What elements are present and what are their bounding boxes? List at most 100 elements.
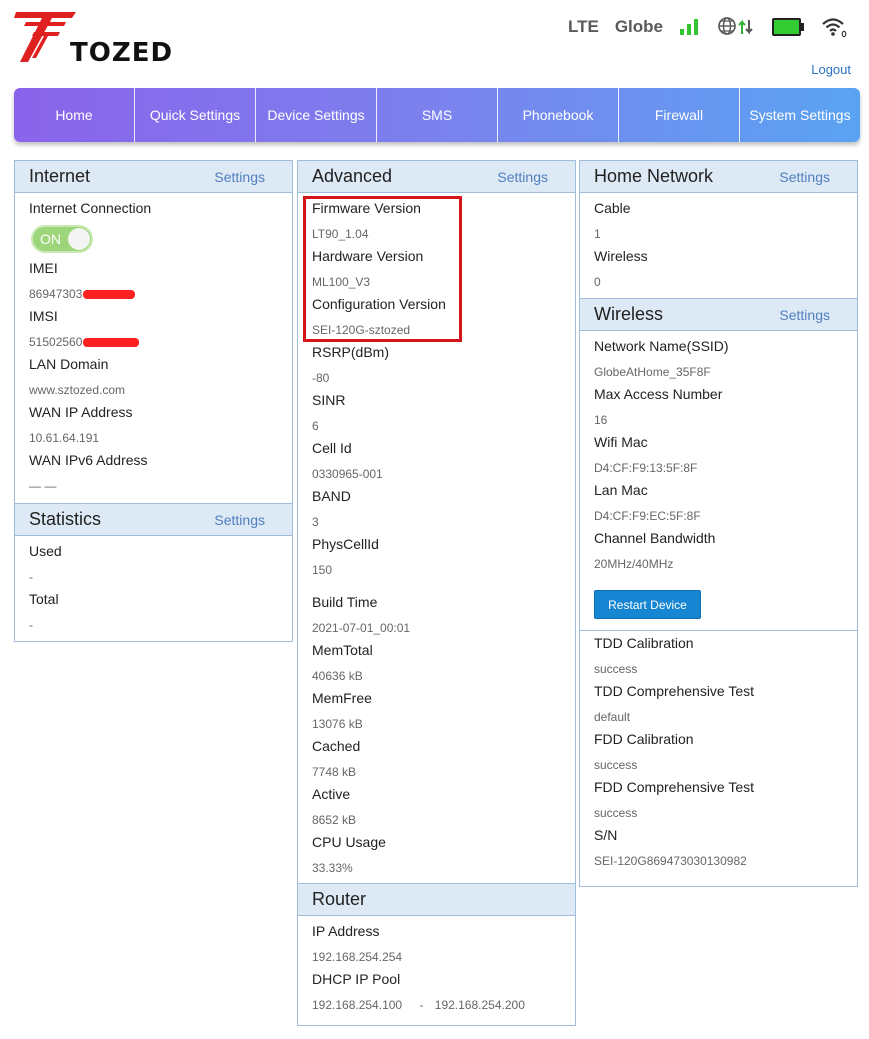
wan-ip-value: 10.61.64.191 [29,431,100,445]
tdd-calibration-label: TDD Calibration [594,635,694,651]
operator-name: Globe [614,17,663,36]
channel-bandwidth-value: 20MHz/40MHz [594,557,674,571]
wan-ipv6-label: WAN IPv6 Address [29,452,148,468]
statistics-settings-link[interactable]: Settings [214,512,265,528]
internet-panel: Internet Settings Internet Connection ON… [14,160,293,504]
channel-bandwidth-label: Channel Bandwidth [594,530,716,546]
nav-system-settings[interactable]: System Settings [740,88,860,142]
dhcp-separator: - [419,998,424,1012]
router-panel-header: Router [298,884,575,916]
wireless-panel: Wireless Settings Network Name(SSID) Glo… [579,298,858,887]
battery-icon [772,18,804,36]
home-network-panel: Home Network Settings Cable 1 Wireless 0 [579,160,858,300]
total-label: Total [29,591,59,607]
dhcp-end: 192.168.254.200 [434,998,525,1012]
wan-ip-label: WAN IP Address [29,404,133,420]
status-bar: LTE Globe [568,14,847,40]
panel-divider [580,630,857,631]
wireless-panel-title: Wireless [594,304,664,324]
advanced-panel-title: Advanced [312,166,393,186]
tdd-test-value: default [594,710,631,724]
router-ip-label: IP Address [312,923,380,939]
home-network-settings-link[interactable]: Settings [779,169,830,185]
internet-connection-toggle[interactable]: ON [31,225,93,253]
serial-number-value: SEI-120G869473030130982 [594,854,747,868]
restart-device-button[interactable]: Restart Device [594,590,701,619]
cached-label: Cached [312,738,361,754]
dhcp-pool-value: 192.168.254.100 - 192.168.254.200 [312,993,561,1017]
fdd-calibration-label: FDD Calibration [594,731,694,747]
wireless-count-label: Wireless [594,248,648,264]
wireless-panel-header: Wireless Settings [580,299,857,331]
statistics-panel-header: Statistics Settings [15,504,292,536]
toggle-state-label: ON [40,231,61,247]
build-time-value: 2021-07-01_00:01 [312,621,411,635]
advanced-settings-link[interactable]: Settings [497,169,548,185]
nav-sms[interactable]: SMS [377,88,498,142]
lan-mac-value: D4:CF:F9:EC:5F:8F [594,509,701,523]
imsi-value-row: 51502560 [29,330,278,354]
rsrp-value: -80 [312,371,330,385]
lan-domain-label: LAN Domain [29,356,109,372]
cell-id-label: Cell Id [312,440,352,456]
network-type: LTE [567,17,599,36]
imsi-label: IMSI [29,308,58,324]
dhcp-pool-label: DHCP IP Pool [312,971,401,987]
internet-panel-title: Internet [29,166,91,186]
mem-total-value: 40636 kB [312,669,363,683]
fdd-calibration-value: success [594,758,638,772]
signal-strength-icon [680,19,698,35]
cpu-usage-label: CPU Usage [312,834,386,850]
phys-cell-id-value: 150 [312,563,333,577]
wifi-mac-label: Wifi Mac [594,434,648,450]
mem-free-label: MemFree [312,690,372,706]
ssid-value: GlobeAtHome_35F8F [594,365,711,379]
mem-free-value: 13076 kB [312,717,363,731]
internet-connection-label: Internet Connection [29,200,152,216]
tozed-logo: TOZED [14,8,174,68]
band-label: BAND [312,488,351,504]
ssid-label: Network Name(SSID) [594,338,729,354]
fdd-test-label: FDD Comprehensive Test [594,779,755,795]
wifi-icon [822,18,847,38]
cpu-usage-value: 33.33% [312,861,353,875]
cell-id-value: 0330965-001 [312,467,383,481]
active-label: Active [312,786,351,802]
nav-home[interactable]: Home [14,88,135,142]
wifi-mac-value: D4:CF:F9:13:5F:8F [594,461,698,475]
cable-value: 1 [594,227,601,241]
serial-number-label: S/N [594,827,618,843]
sinr-value: 6 [312,419,319,433]
band-value: 3 [312,515,319,529]
imei-value-row: 86947303 [29,282,278,306]
wireless-count-value: 0 [594,275,601,289]
advanced-panel-header: Advanced Settings [298,161,575,193]
fdd-test-value: success [594,806,638,820]
home-network-panel-title: Home Network [594,166,714,186]
nav-quick-settings[interactable]: Quick Settings [135,88,256,142]
lan-domain-value: www.sztozed.com [29,383,126,397]
imsi-value: 51502560 [29,335,83,349]
rsrp-label: RSRP(dBm) [312,344,390,360]
max-access-value: 16 [594,413,608,427]
sinr-label: SINR [312,392,346,408]
cached-value: 7748 kB [312,765,357,779]
imei-value: 86947303 [29,287,83,301]
toggle-knob [68,228,90,250]
nav-device-settings[interactable]: Device Settings [256,88,377,142]
nav-firewall[interactable]: Firewall [619,88,740,142]
cable-label: Cable [594,200,631,216]
router-ip-value: 192.168.254.254 [312,950,403,964]
used-value: - [29,570,33,584]
wan-ipv6-value: — — [29,479,57,493]
mem-total-label: MemTotal [312,642,373,658]
nav-phonebook[interactable]: Phonebook [498,88,619,142]
logout-link[interactable]: Logout [811,62,851,77]
home-network-panel-header: Home Network Settings [580,161,857,193]
wireless-settings-link[interactable]: Settings [779,307,830,323]
statistics-panel-title: Statistics [29,509,102,529]
internet-settings-link[interactable]: Settings [214,169,265,185]
active-value: 8652 kB [312,813,357,827]
tdd-test-label: TDD Comprehensive Test [594,683,755,699]
tdd-calibration-value: success [594,662,638,676]
